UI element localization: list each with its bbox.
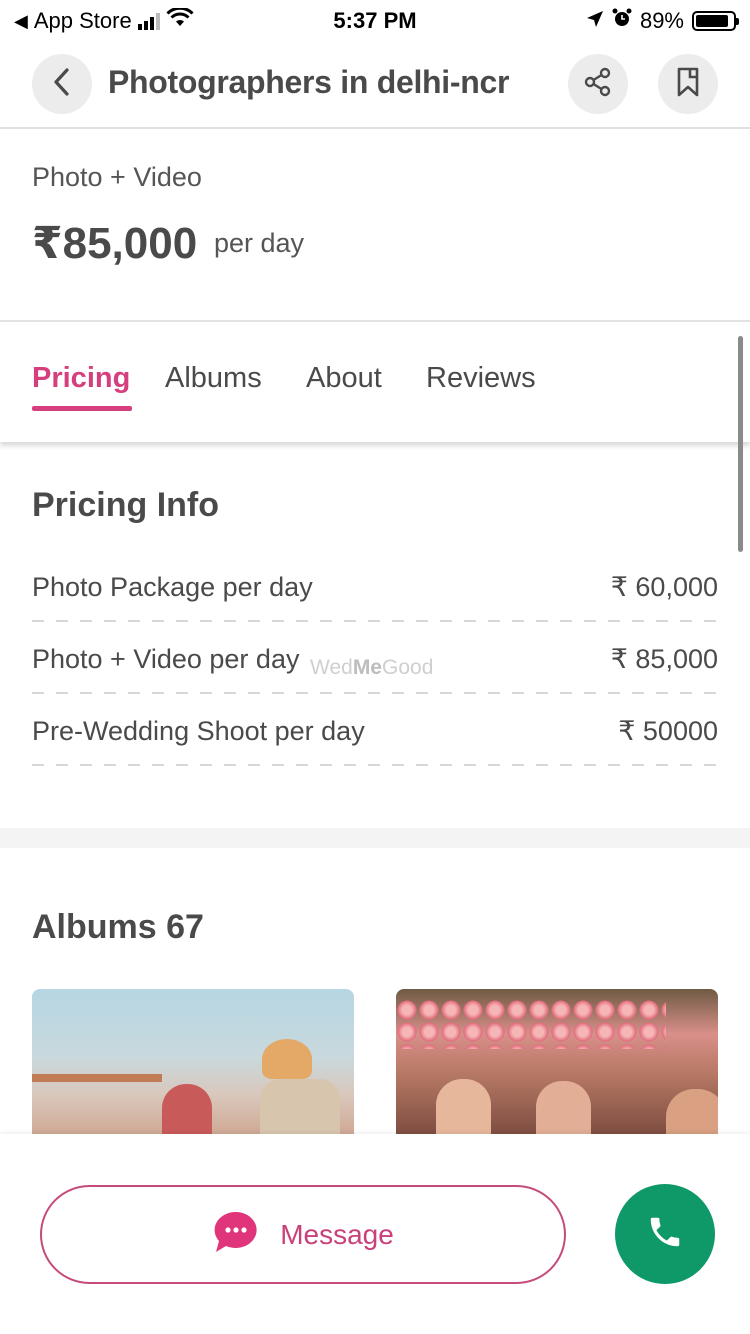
album-thumbnail[interactable] [396, 989, 718, 1139]
wedmegood-watermark: WedMeGood [310, 656, 433, 680]
tab-pricing[interactable]: Pricing [32, 362, 130, 395]
albums-title: Albums 67 [32, 908, 204, 946]
photo-detail [32, 1074, 162, 1082]
price-row-value: ₹ 50000 [618, 716, 718, 746]
chat-bubble-icon [212, 1210, 260, 1259]
phone-icon [646, 1213, 684, 1256]
bookmark-button[interactable] [658, 54, 718, 114]
photo-detail [396, 999, 666, 1049]
back-button[interactable] [32, 54, 92, 114]
photo-detail [536, 1081, 591, 1139]
price-row-value: ₹ 60,000 [610, 572, 718, 602]
message-button[interactable]: Message [40, 1185, 566, 1284]
watermark-part: Wed [310, 656, 353, 679]
price-row: Pre-Wedding Shoot per day ₹ 50000 [32, 716, 718, 788]
watermark-part: Me [352, 656, 382, 679]
dashed-divider [32, 764, 718, 766]
price-row-name: Photo Package per day [32, 572, 313, 602]
status-bar: ◀ App Store 5:37 PM 89% [0, 0, 750, 40]
package-price-unit: per day [214, 228, 305, 258]
page-title: Photographers in delhi-ncr [108, 64, 510, 100]
watermark-part: Good [382, 656, 434, 679]
tab-albums[interactable]: Albums [165, 362, 262, 395]
battery-percent: 89% [639, 8, 684, 33]
photo-detail [162, 1084, 212, 1139]
call-button[interactable] [615, 1184, 715, 1284]
message-label: Message [280, 1218, 394, 1250]
album-thumbnail[interactable] [32, 989, 354, 1139]
battery-icon [692, 11, 739, 31]
photo-detail [262, 1039, 312, 1079]
dashed-divider [32, 692, 718, 694]
section-tabs: Pricing Albums About Reviews [0, 322, 750, 442]
alarm-icon [612, 8, 632, 34]
photo-detail [260, 1079, 340, 1139]
price-row-value: ₹ 85,000 [610, 644, 718, 674]
tab-reviews[interactable]: Reviews [426, 362, 536, 395]
share-button[interactable] [568, 54, 628, 114]
package-price: ₹85,000 [32, 219, 198, 268]
price-row-name: Photo + Video per day [32, 644, 300, 674]
location-arrow-icon [586, 8, 604, 34]
share-icon [583, 67, 613, 102]
dashed-divider [32, 620, 718, 622]
price-summary: Photo + Video ₹85,000 per day [0, 130, 750, 320]
chevron-left-icon [51, 67, 73, 102]
photo-detail [666, 1089, 718, 1139]
photo-detail [436, 1079, 491, 1139]
bookmark-icon [675, 66, 701, 103]
package-label: Photo + Video [32, 162, 202, 192]
header-divider [0, 127, 750, 129]
price-row: Photo Package per day ₹ 60,000 [32, 572, 718, 644]
pricing-info-title: Pricing Info [32, 486, 219, 524]
active-tab-indicator [32, 406, 132, 411]
status-right: 89% [586, 8, 739, 34]
price-row: Photo + Video per day ₹ 85,000 [32, 644, 718, 716]
app-header: Photographers in delhi-ncr [0, 52, 750, 116]
bottom-action-bar: Message [0, 1134, 750, 1334]
section-separator [0, 828, 750, 848]
price-row-name: Pre-Wedding Shoot per day [32, 716, 365, 746]
scrollbar[interactable] [738, 336, 743, 552]
tab-about[interactable]: About [306, 362, 382, 395]
